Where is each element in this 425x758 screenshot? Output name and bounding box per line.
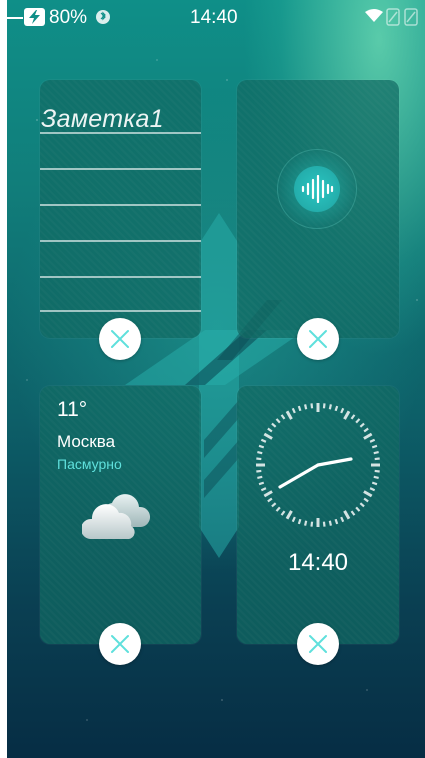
clock-tick: [343, 410, 351, 420]
clock-tick: [310, 403, 314, 409]
clock-tick: [350, 414, 356, 420]
weather-temperature: 11°: [57, 398, 88, 421]
note-line: [40, 240, 201, 242]
clock-tick: [304, 520, 308, 526]
remove-clock-widget-button[interactable]: [297, 623, 339, 665]
clock-tick: [334, 405, 339, 412]
clock-tick: [322, 403, 326, 409]
clock-tick: [267, 497, 273, 503]
clock-digital-time: 14:40: [287, 549, 349, 576]
weather-widget[interactable]: 11° Москва Пасмурно: [40, 386, 201, 644]
note-line: [40, 168, 201, 170]
clock-tick: [258, 481, 265, 486]
voice-widget[interactable]: [237, 80, 399, 338]
screen-edge-line: [0, 0, 7, 758]
clock-tick: [275, 506, 281, 512]
close-x-icon: [309, 635, 327, 653]
voice-wave-icon: [294, 166, 340, 212]
clock-tick: [363, 490, 373, 498]
clock-tick: [297, 518, 302, 525]
clock-tick: [359, 422, 365, 428]
sim1-signal-icon: [386, 8, 400, 26]
clock-tick: [280, 414, 286, 420]
clock-tick: [258, 444, 265, 449]
status-bar: 80% 14:40: [7, 0, 425, 34]
clock-tick: [322, 521, 326, 527]
home-screen: 80% 14:40 Заметка1 11° Москва Пасмурно 1…: [7, 0, 425, 758]
note-line: [40, 132, 201, 134]
clock-tick: [267, 427, 273, 433]
weather-city: Москва: [57, 432, 116, 451]
clock-tick: [263, 432, 273, 440]
clock-tick: [371, 481, 378, 486]
clock-tick: [297, 405, 302, 412]
clock-tick: [260, 438, 267, 443]
wifi-icon: [365, 9, 383, 22]
clock-tick: [257, 475, 263, 479]
clock-tick: [334, 518, 339, 525]
clock-tick: [291, 407, 296, 414]
analog-clock-icon: [256, 403, 380, 527]
clock-tick: [355, 506, 361, 512]
clock-tick: [291, 516, 296, 523]
remove-note-widget-button[interactable]: [99, 318, 141, 360]
clock-tick: [373, 451, 379, 455]
bluetooth-icon: [96, 10, 110, 24]
clock-tick: [369, 438, 376, 443]
clock-tick: [271, 422, 277, 428]
clock-tick: [275, 418, 281, 424]
clock-tick: [271, 502, 277, 508]
note-line: [40, 310, 201, 312]
clock-tick: [369, 487, 376, 492]
note-line: [40, 276, 201, 278]
clock-tick: [363, 427, 369, 433]
clock-tick: [343, 510, 351, 520]
note-widget[interactable]: Заметка1: [40, 80, 201, 338]
clock-tick: [260, 487, 267, 492]
clock-tick: [340, 407, 345, 414]
clock-tick: [373, 475, 379, 479]
close-x-icon: [111, 635, 129, 653]
clock-tick: [374, 469, 380, 473]
clock-tick: [371, 444, 378, 449]
close-x-icon: [309, 330, 327, 348]
clock-tick: [328, 404, 332, 410]
clock-widget[interactable]: 14:40: [237, 386, 399, 644]
clock-tick: [280, 510, 286, 516]
clock-tick: [285, 410, 293, 420]
clock-tick: [355, 418, 361, 424]
note-title: Заметка1: [41, 105, 164, 133]
clock-tick: [328, 520, 332, 526]
charging-icon: [24, 8, 45, 26]
clock-tick: [363, 432, 373, 440]
clock-tick: [256, 469, 262, 473]
clock-tick: [310, 521, 314, 527]
clock-tick: [374, 457, 380, 461]
cloud-icon: [82, 494, 151, 539]
clock-tick: [285, 510, 293, 520]
voice-button[interactable]: [277, 149, 357, 229]
clock-tick: [256, 457, 262, 461]
close-x-icon: [111, 330, 129, 348]
clock-tick: [340, 516, 345, 523]
clock-tick: [363, 497, 369, 503]
sim2-signal-icon: [404, 8, 418, 26]
clock-tick: [350, 510, 356, 516]
battery-percent: 80%: [49, 7, 88, 28]
clock-tick: [304, 404, 308, 410]
status-divider-line: [7, 17, 23, 19]
note-line: [40, 204, 201, 206]
remove-weather-widget-button[interactable]: [99, 623, 141, 665]
weather-condition: Пасмурно: [57, 456, 122, 472]
remove-voice-widget-button[interactable]: [297, 318, 339, 360]
clock-tick: [257, 451, 263, 455]
clock-tick: [359, 502, 365, 508]
clock-tick: [263, 490, 273, 498]
status-time: 14:40: [190, 7, 238, 28]
